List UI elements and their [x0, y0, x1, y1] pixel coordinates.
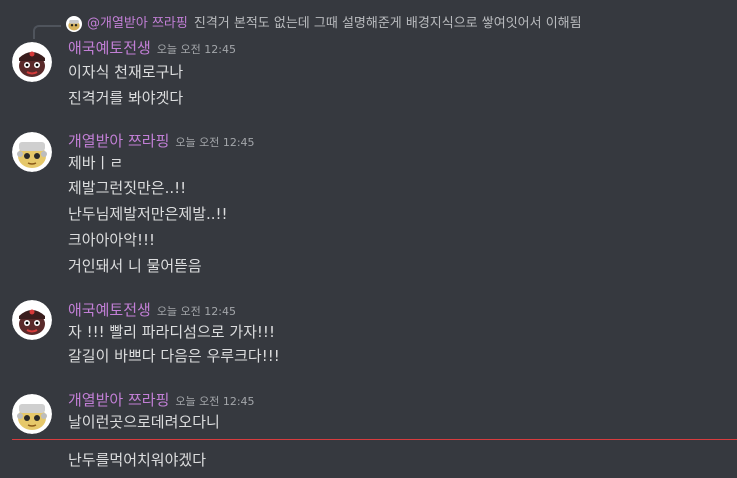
dark-face-avatar-icon[interactable] — [12, 42, 52, 82]
reply-author[interactable]: @개열받아 쯔라핑 — [87, 16, 188, 31]
message-author[interactable]: 개열받아 쯔라핑 — [68, 132, 169, 150]
message-timestamp[interactable]: 오늘 오전 12:45 — [157, 43, 236, 56]
message-text: 갈길이 바쁘다 다음은 우루크다!!! — [68, 347, 280, 365]
message-author[interactable]: 애국예토전생 — [68, 301, 151, 319]
message-text: 거인돼서 니 물어뜯음 — [68, 257, 202, 275]
message-text: 난두를먹어치워야겠다 — [68, 451, 207, 469]
message-timestamp[interactable]: 오늘 오전 12:45 — [175, 395, 254, 408]
message-header: 개열받아 쯔라핑 오늘 오전 12:45 — [68, 131, 255, 153]
yellow-face-avatar-icon[interactable] — [12, 394, 52, 434]
message-text: 제발그런짓만은..!! — [68, 179, 187, 197]
dark-face-avatar-icon[interactable] — [12, 300, 52, 340]
message-text: 제바ㅣㄹ — [68, 154, 124, 172]
message-header: 개열받아 쯔라핑 오늘 오전 12:45 — [68, 390, 255, 412]
new-messages-divider — [12, 439, 737, 440]
message-timestamp[interactable]: 오늘 오전 12:45 — [175, 136, 254, 149]
message-text: 난두님제발저만은제발..!! — [68, 205, 228, 223]
message-author[interactable]: 개열받아 쯔라핑 — [68, 391, 169, 409]
message-header: 애국예토전생 오늘 오전 12:45 — [68, 300, 236, 322]
yellow-face-avatar-icon[interactable] — [12, 132, 52, 172]
message-author[interactable]: 애국예토전생 — [68, 39, 151, 57]
reply-content[interactable]: 진격거 본적도 없는데 그때 설명해준게 배경지식으로 쌓여잇어서 이해됨 — [194, 16, 582, 31]
message-text: 진격거를 봐야겟다 — [68, 89, 184, 107]
chat-message-list: @개열받아 쯔라핑 진격거 본적도 없는데 그때 설명해준게 배경지식으로 쌓여잇… — [0, 0, 737, 478]
reply-connector — [33, 25, 61, 39]
message-text: 크아아아악!!! — [68, 231, 156, 249]
message-text: 날이런곳으로데려오다니 — [68, 413, 220, 431]
message-header: 애국예토전생 오늘 오전 12:45 — [68, 38, 236, 60]
message-text: 자 !!! 빨리 파라디섬으로 가자!!! — [68, 323, 275, 341]
reply-avatar-icon[interactable] — [66, 16, 82, 32]
reply-preview[interactable]: @개열받아 쯔라핑 진격거 본적도 없는데 그때 설명해준게 배경지식으로 쌓여잇… — [87, 15, 582, 33]
message-timestamp[interactable]: 오늘 오전 12:45 — [157, 305, 236, 318]
message-text: 이자식 천재로구나 — [68, 63, 184, 81]
